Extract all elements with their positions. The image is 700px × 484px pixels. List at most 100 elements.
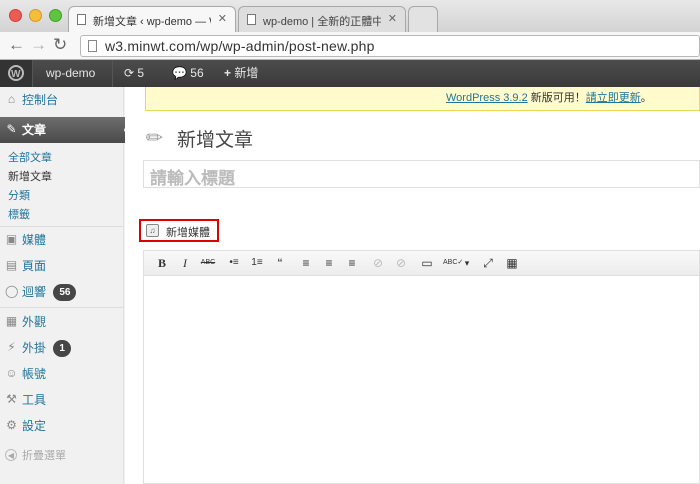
comments-badge: 56 [53, 284, 77, 302]
menu-label: 迴響 [22, 285, 47, 299]
comment-bubble-icon: 💬 [172, 66, 187, 80]
menu-divider [0, 307, 124, 308]
page-icon [247, 14, 256, 25]
forward-arrow-icon[interactable]: → [30, 35, 47, 55]
align-right-button[interactable]: ≡ [344, 255, 360, 271]
admin-bar-comments[interactable]: 💬 56 [172, 60, 204, 87]
updates-count: 5 [137, 66, 145, 80]
menu-label: 設定 [22, 419, 47, 433]
menu-item-comments[interactable]: ◯ 迴響 56 [0, 279, 124, 305]
plugin-icon: ⚡ [7, 340, 16, 354]
menu-item-appearance[interactable]: ▦ 外觀 [0, 309, 124, 335]
menu-item-pages[interactable]: ▤ 頁面 [0, 253, 124, 279]
tab-close-icon[interactable]: ✕ [388, 12, 397, 25]
update-notice: WordPress 3.9.2 新版可用！請立即更新。 [145, 87, 700, 111]
browser-tab-inactive[interactable]: wp-demo | 全新的正體中文 ✕ [238, 6, 406, 32]
italic-button[interactable]: I [177, 255, 193, 271]
add-media-label: 新增媒體 [166, 227, 210, 239]
menu-item-posts[interactable]: ✎ 文章 [0, 117, 130, 143]
align-left-button[interactable]: ≡ [298, 255, 314, 271]
settings-icon: ⚙ [6, 418, 17, 432]
menu-label: 控制台 [22, 93, 59, 107]
media-icon: ▣ [5, 232, 18, 246]
insert-link-button[interactable]: ⊘ [370, 255, 386, 271]
admin-bar-new-content[interactable]: + 新增 [224, 60, 258, 87]
main-content: WordPress 3.9.2 新版可用！請立即更新。 ✎ 新增文章 請輸入標題… [125, 87, 700, 484]
menu-item-tools[interactable]: ⚒ 工具 [0, 387, 124, 413]
submenu-categories[interactable]: 分類 [8, 187, 30, 203]
pushpin-icon: ✎ [141, 124, 169, 152]
admin-bar-site-name[interactable]: wp-demo [46, 60, 95, 87]
menu-label: 媒體 [22, 233, 47, 247]
notice-text: 新版可用！ [527, 92, 586, 104]
editor-toolbar: B I ABC •≡ 1≡ “ ≡ ≡ ≡ ⊘ ⊘ ▭ ABC✓ ▾ ⤢ ▦ [143, 250, 700, 276]
blockquote-button[interactable]: “ [272, 255, 288, 271]
menu-label: 外掛 [22, 341, 47, 355]
admin-bar-updates[interactable]: ⟳ 5 [124, 60, 144, 87]
window-close-button[interactable] [9, 9, 22, 22]
add-media-button[interactable]: ♫ 新增媒體 [139, 219, 219, 242]
tab-close-icon[interactable]: ✕ [218, 12, 227, 25]
browser-titlebar: 新增文章 ‹ wp-demo — Wo ✕ wp-demo | 全新的正體中文 … [0, 0, 700, 32]
collapse-arrow-icon: ◀ [5, 449, 17, 461]
bold-button[interactable]: B [154, 255, 170, 271]
submenu-tags[interactable]: 標籤 [8, 206, 30, 222]
spellcheck-button[interactable]: ABC✓ [443, 255, 463, 271]
back-arrow-icon[interactable]: ← [8, 35, 25, 55]
tools-icon: ⚒ [6, 392, 17, 406]
comments-count: 56 [190, 66, 204, 80]
numbered-list-button[interactable]: 1≡ [249, 255, 265, 271]
admin-bar-separator [32, 60, 33, 87]
wordpress-version-link[interactable]: WordPress 3.9.2 [446, 92, 528, 104]
menu-label: 文章 [22, 123, 47, 137]
spellcheck-dropdown-icon[interactable]: ▾ [462, 255, 472, 271]
menu-item-media[interactable]: ▣ 媒體 [0, 227, 124, 253]
window-maximize-button[interactable] [49, 9, 62, 22]
admin-sidebar: ⌂ 控制台 ✎ 文章 全部文章 新增文章 分類 標籤 ▣ 媒體 ▤ 頁面 ◯ 迴… [0, 87, 130, 484]
updates-icon: ⟳ [124, 66, 135, 80]
wordpress-logo-icon[interactable] [0, 60, 32, 88]
address-bar[interactable]: w3.minwt.com/wp/wp-admin/post-new.php [80, 35, 700, 57]
page-title: 新增文章 [177, 130, 254, 151]
pages-icon: ▤ [5, 258, 18, 272]
wp-admin-bar: wp-demo ⟳ 5 💬 56 + 新增 [0, 60, 700, 88]
toolbar-toggle-button[interactable]: ▦ [504, 255, 520, 271]
collapse-menu-button[interactable]: ◀ 折疊選單 [0, 443, 124, 469]
browser-tab-active[interactable]: 新增文章 ‹ wp-demo — Wo ✕ [68, 6, 236, 32]
admin-bar-separator [112, 60, 113, 87]
menu-label: 帳號 [22, 367, 47, 381]
pushpin-icon: ✎ [6, 122, 17, 136]
submenu-all-posts[interactable]: 全部文章 [8, 149, 52, 165]
menu-label: 工具 [22, 393, 47, 407]
address-url: w3.minwt.com/wp/wp-admin/post-new.php [105, 38, 375, 54]
title-placeholder: 請輸入標題 [150, 169, 235, 188]
bulleted-list-button[interactable]: •≡ [226, 255, 242, 271]
dashboard-icon: ⌂ [7, 92, 16, 106]
menu-item-users[interactable]: ☺ 帳號 [0, 361, 124, 387]
plugins-badge: 1 [53, 340, 71, 358]
menu-item-dashboard[interactable]: ⌂ 控制台 [0, 87, 124, 113]
tab-title: wp-demo | 全新的正體中文 [263, 16, 381, 28]
reload-icon[interactable]: ↻ [53, 35, 67, 55]
window-minimize-button[interactable] [29, 9, 42, 22]
users-icon: ☺ [5, 366, 18, 380]
unlink-button[interactable]: ⊘ [393, 255, 409, 271]
page-icon [88, 40, 97, 52]
new-tab-button[interactable] [408, 6, 438, 32]
fullscreen-button[interactable]: ⤢ [480, 255, 496, 271]
menu-label: 頁面 [22, 259, 47, 273]
menu-item-settings[interactable]: ⚙ 設定 [0, 413, 124, 439]
browser-toolbar: ← → ↻ w3.minwt.com/wp/wp-admin/post-new.… [0, 32, 700, 60]
insert-more-button[interactable]: ▭ [419, 255, 435, 271]
post-title-input[interactable]: 請輸入標題 [143, 160, 700, 188]
media-icon: ♫ [146, 224, 159, 237]
update-now-link[interactable]: 請立即更新 [586, 92, 641, 104]
menu-item-plugins[interactable]: ⚡ 外掛 1 [0, 335, 124, 361]
strikethrough-button[interactable]: ABC [200, 255, 216, 271]
align-center-button[interactable]: ≡ [321, 255, 337, 271]
post-content-editor[interactable] [143, 276, 700, 484]
notice-end: 。 [640, 92, 652, 104]
submenu-new-post[interactable]: 新增文章 [8, 168, 52, 184]
menu-label: 折疊選單 [22, 450, 66, 462]
plus-icon: + [224, 66, 232, 80]
